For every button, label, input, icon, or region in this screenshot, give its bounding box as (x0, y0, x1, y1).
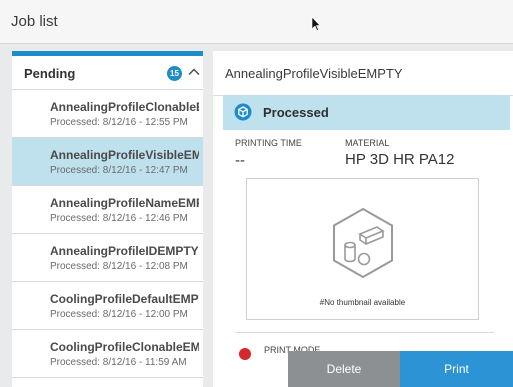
delete-button[interactable]: Delete (288, 351, 400, 387)
job-detail-panel: AnnealingProfileVisibleEMPTY Processed P… (213, 51, 513, 387)
3d-part-placeholder-icon (333, 207, 393, 279)
job-status: Processed: 8/12/16 - 12:00 PM (50, 309, 188, 320)
job-list-item[interactable]: CoolingProfileDefaultEMPTY Processed: 8/… (12, 282, 203, 330)
job-list-item[interactable]: AnnealingProfileNameEMPTY Processed: 8/1… (12, 186, 203, 234)
job-list-item[interactable]: AnnealingProfileClonableEM... Processed:… (12, 90, 203, 138)
processed-status-icon (234, 103, 252, 121)
status-label: Processed (263, 105, 329, 120)
job-list-item-selected[interactable]: AnnealingProfileVisibleEMPTY Processed: … (12, 138, 203, 186)
printing-time-value: -- (235, 152, 245, 169)
job-name: CoolingProfileDefaultEMPTY (50, 292, 199, 306)
job-status-banner: Processed (223, 95, 510, 130)
job-name: AnnealingProfileVisibleEMPTY (50, 148, 199, 162)
window-title: Job list (11, 13, 58, 30)
no-thumbnail-text: #No thumbnail available (319, 298, 406, 307)
mouse-cursor-icon (311, 17, 321, 31)
job-status: Processed: 8/12/16 - 11:59 AM (50, 357, 187, 368)
pending-section-header[interactable]: Pending 15 (12, 56, 203, 90)
material-value: HP 3D HR PA12 (345, 151, 455, 168)
pending-label: Pending (24, 66, 76, 81)
job-status: Processed: 8/12/16 - 12:08 PM (50, 261, 188, 272)
print-button[interactable]: Print (400, 351, 513, 387)
job-status: Processed: 8/12/16 - 12:46 PM (50, 213, 188, 224)
material-label: MATERIAL (345, 138, 390, 148)
title-bar: Job list (0, 0, 513, 44)
job-detail-title: AnnealingProfileVisibleEMPTY (225, 66, 403, 81)
job-name: CoolingProfileClonableEMPTY (50, 340, 199, 354)
job-name: AnnealingProfileClonableEM... (50, 100, 199, 114)
thumbnail-frame: #No thumbnail available (246, 178, 479, 320)
job-list-panel: Pending 15 AnnealingProfileClonableEM...… (12, 51, 203, 387)
job-status: Processed: 8/12/16 - 12:47 PM (50, 165, 188, 176)
chevron-up-icon[interactable] (188, 66, 200, 78)
print-mode-alert-icon (239, 348, 251, 360)
job-list-item[interactable]: CoolingProfileClonableEMPTY Processed: 8… (12, 330, 203, 378)
job-list-item[interactable]: AnnealingProfileIDEMPTY Processed: 8/12/… (12, 234, 203, 282)
printing-time-label: PRINTING TIME (235, 138, 302, 148)
divider (235, 332, 494, 333)
job-name: AnnealingProfileNameEMPTY (50, 196, 199, 210)
pending-count-badge: 15 (167, 66, 182, 81)
job-status: Processed: 8/12/16 - 12:55 PM (50, 117, 188, 128)
job-name: AnnealingProfileIDEMPTY (50, 244, 199, 258)
